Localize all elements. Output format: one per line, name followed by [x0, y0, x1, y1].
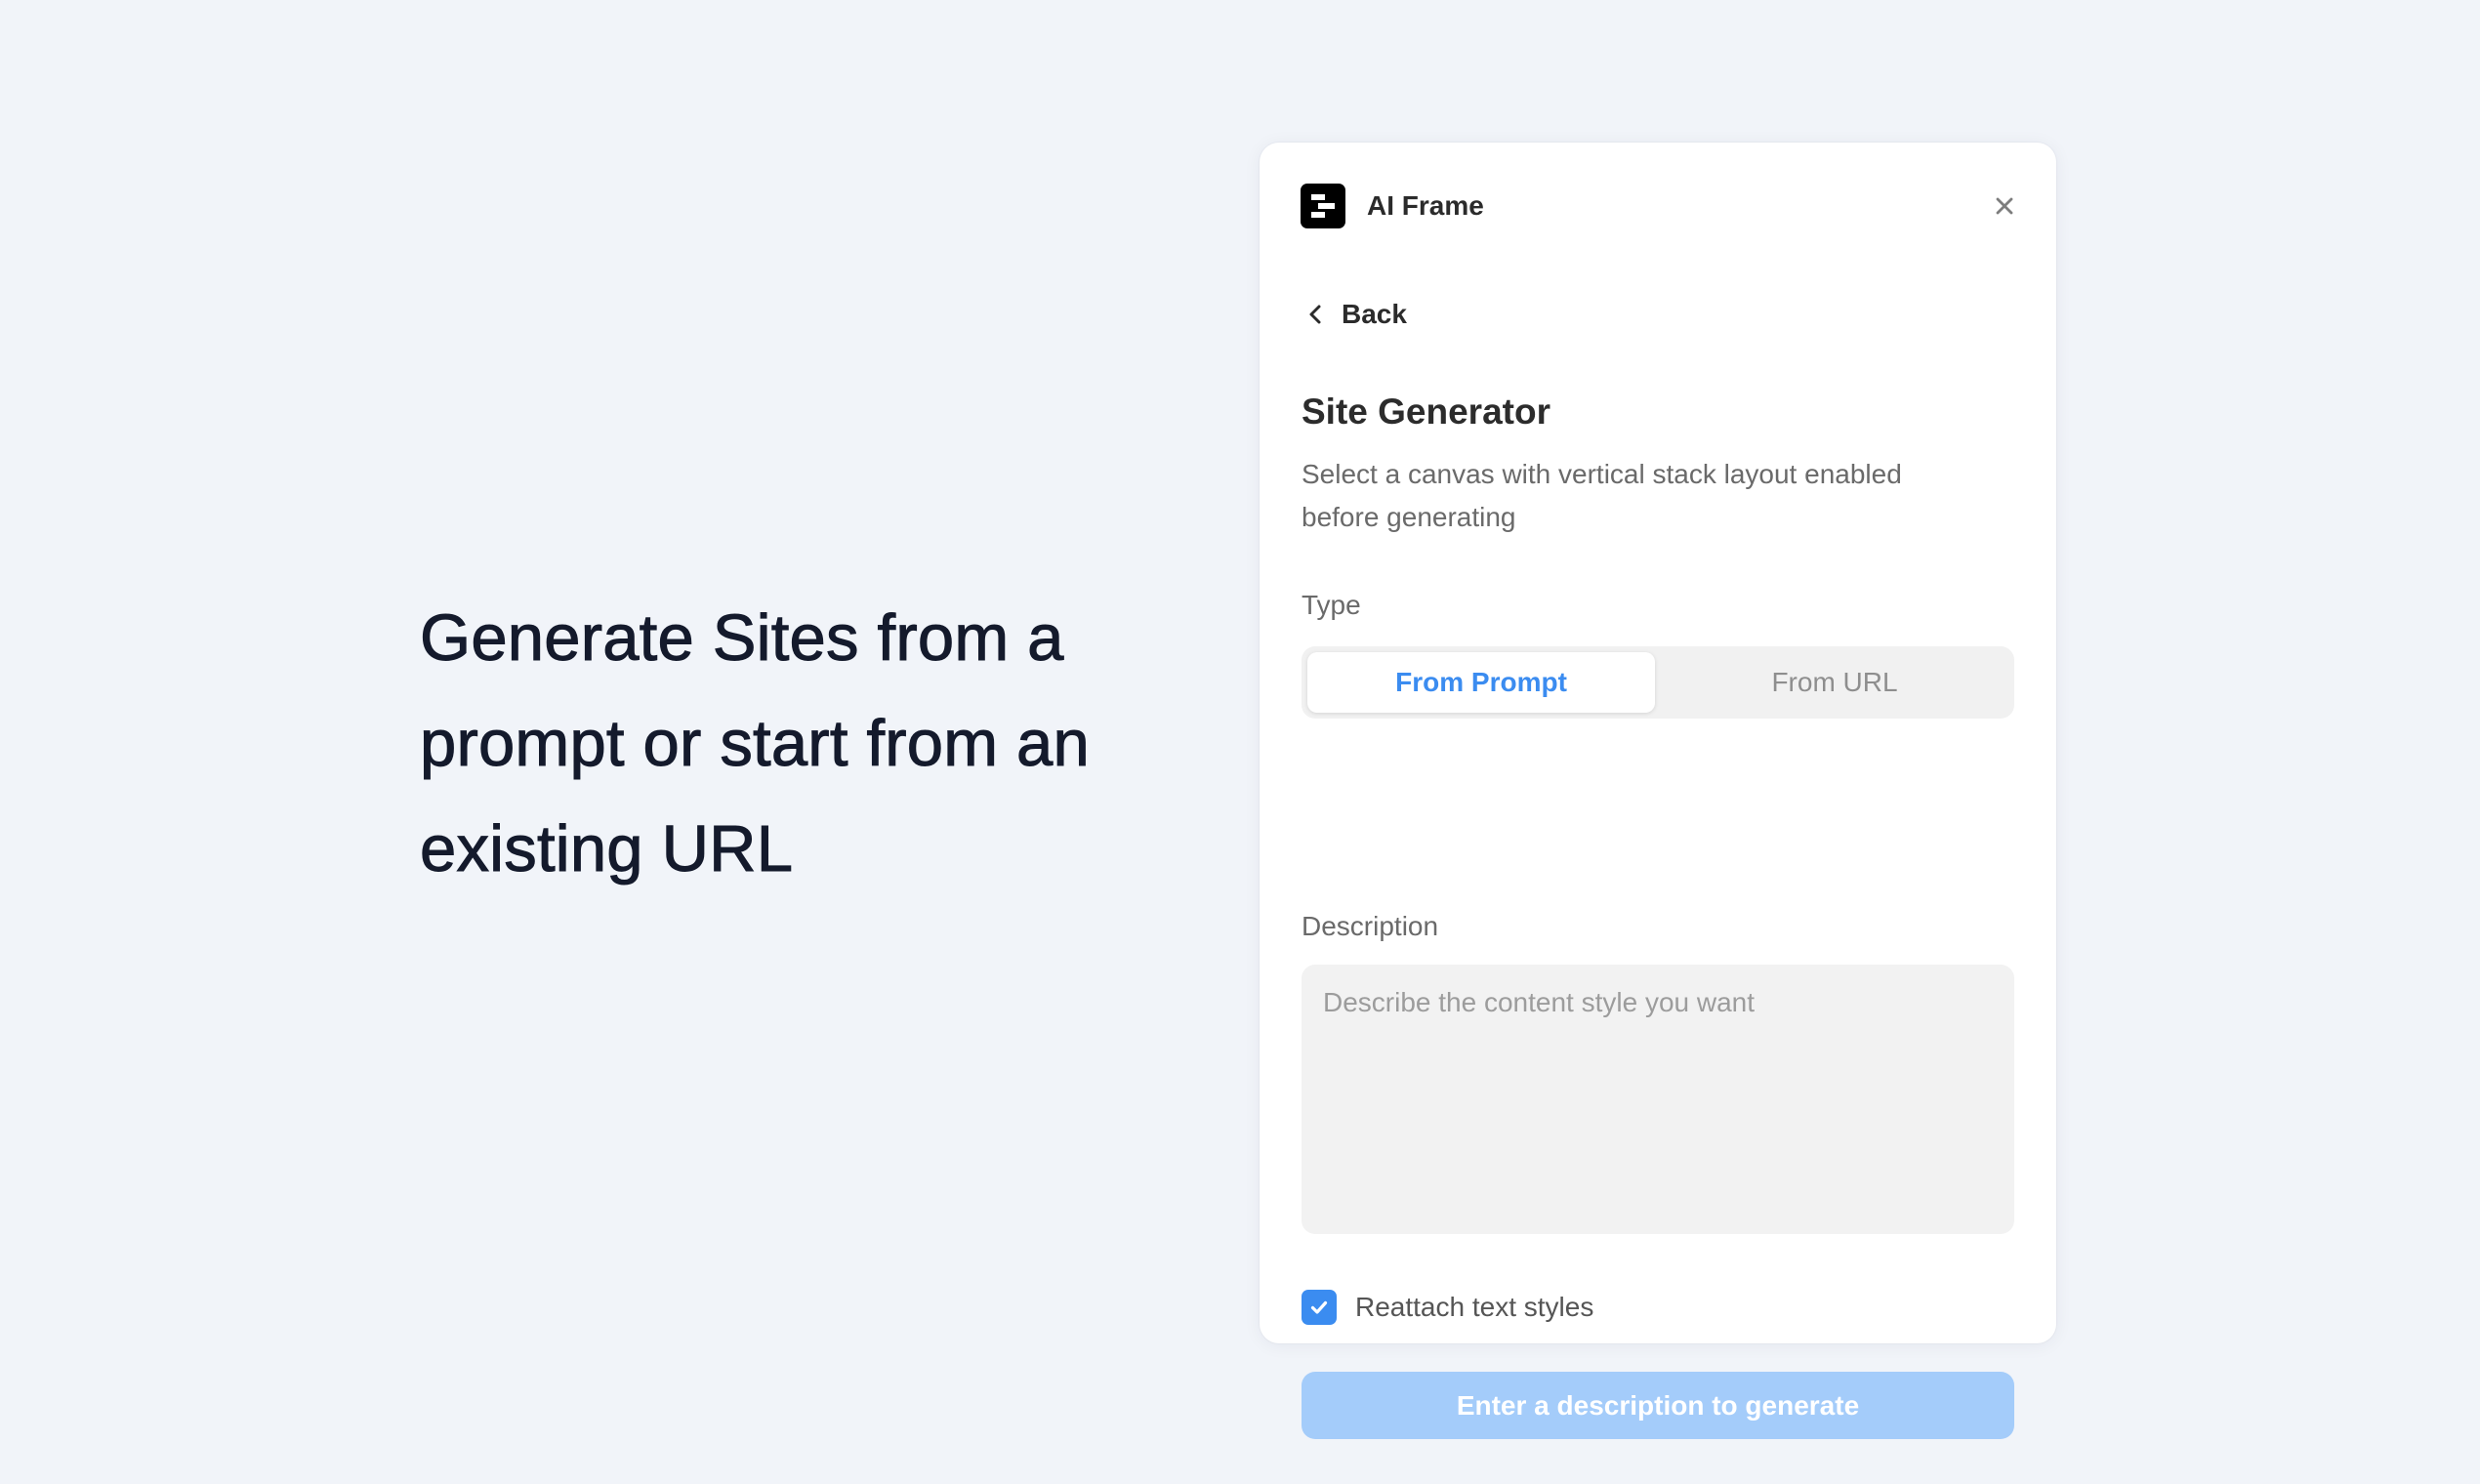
section-title: Site Generator	[1302, 392, 1550, 432]
reattach-checkbox[interactable]	[1302, 1290, 1337, 1325]
close-icon	[1996, 197, 2013, 215]
section-description: Select a canvas with vertical stack layo…	[1302, 459, 1902, 532]
type-segmented-control: From Prompt From URL	[1302, 646, 2014, 719]
back-button[interactable]: Back	[1302, 295, 1407, 334]
reattach-text-styles-option[interactable]: Reattach text styles	[1302, 1289, 1593, 1326]
chevron-left-icon	[1302, 301, 1330, 328]
reattach-label: Reattach text styles	[1355, 1292, 1594, 1322]
type-label: Type	[1302, 590, 1361, 620]
description-input[interactable]	[1302, 965, 2014, 1234]
generate-button[interactable]: Enter a description to generate	[1302, 1372, 2014, 1439]
app-title: AI Frame	[1367, 190, 1484, 221]
ai-frame-panel: AI Frame Back Site Generator Select a ca…	[1260, 143, 2056, 1439]
headline: Generate Sites from a prompt or start fr…	[420, 601, 1091, 886]
from-prompt-tab[interactable]: From Prompt	[1307, 652, 1655, 713]
close-button[interactable]	[1988, 189, 2021, 223]
description-label: Description	[1302, 911, 1439, 941]
ai-frame-logo-icon	[1301, 184, 1345, 228]
from-url-tab[interactable]: From URL	[1661, 652, 2008, 713]
checkmark-icon	[1310, 1300, 1328, 1314]
back-label: Back	[1342, 299, 1407, 329]
